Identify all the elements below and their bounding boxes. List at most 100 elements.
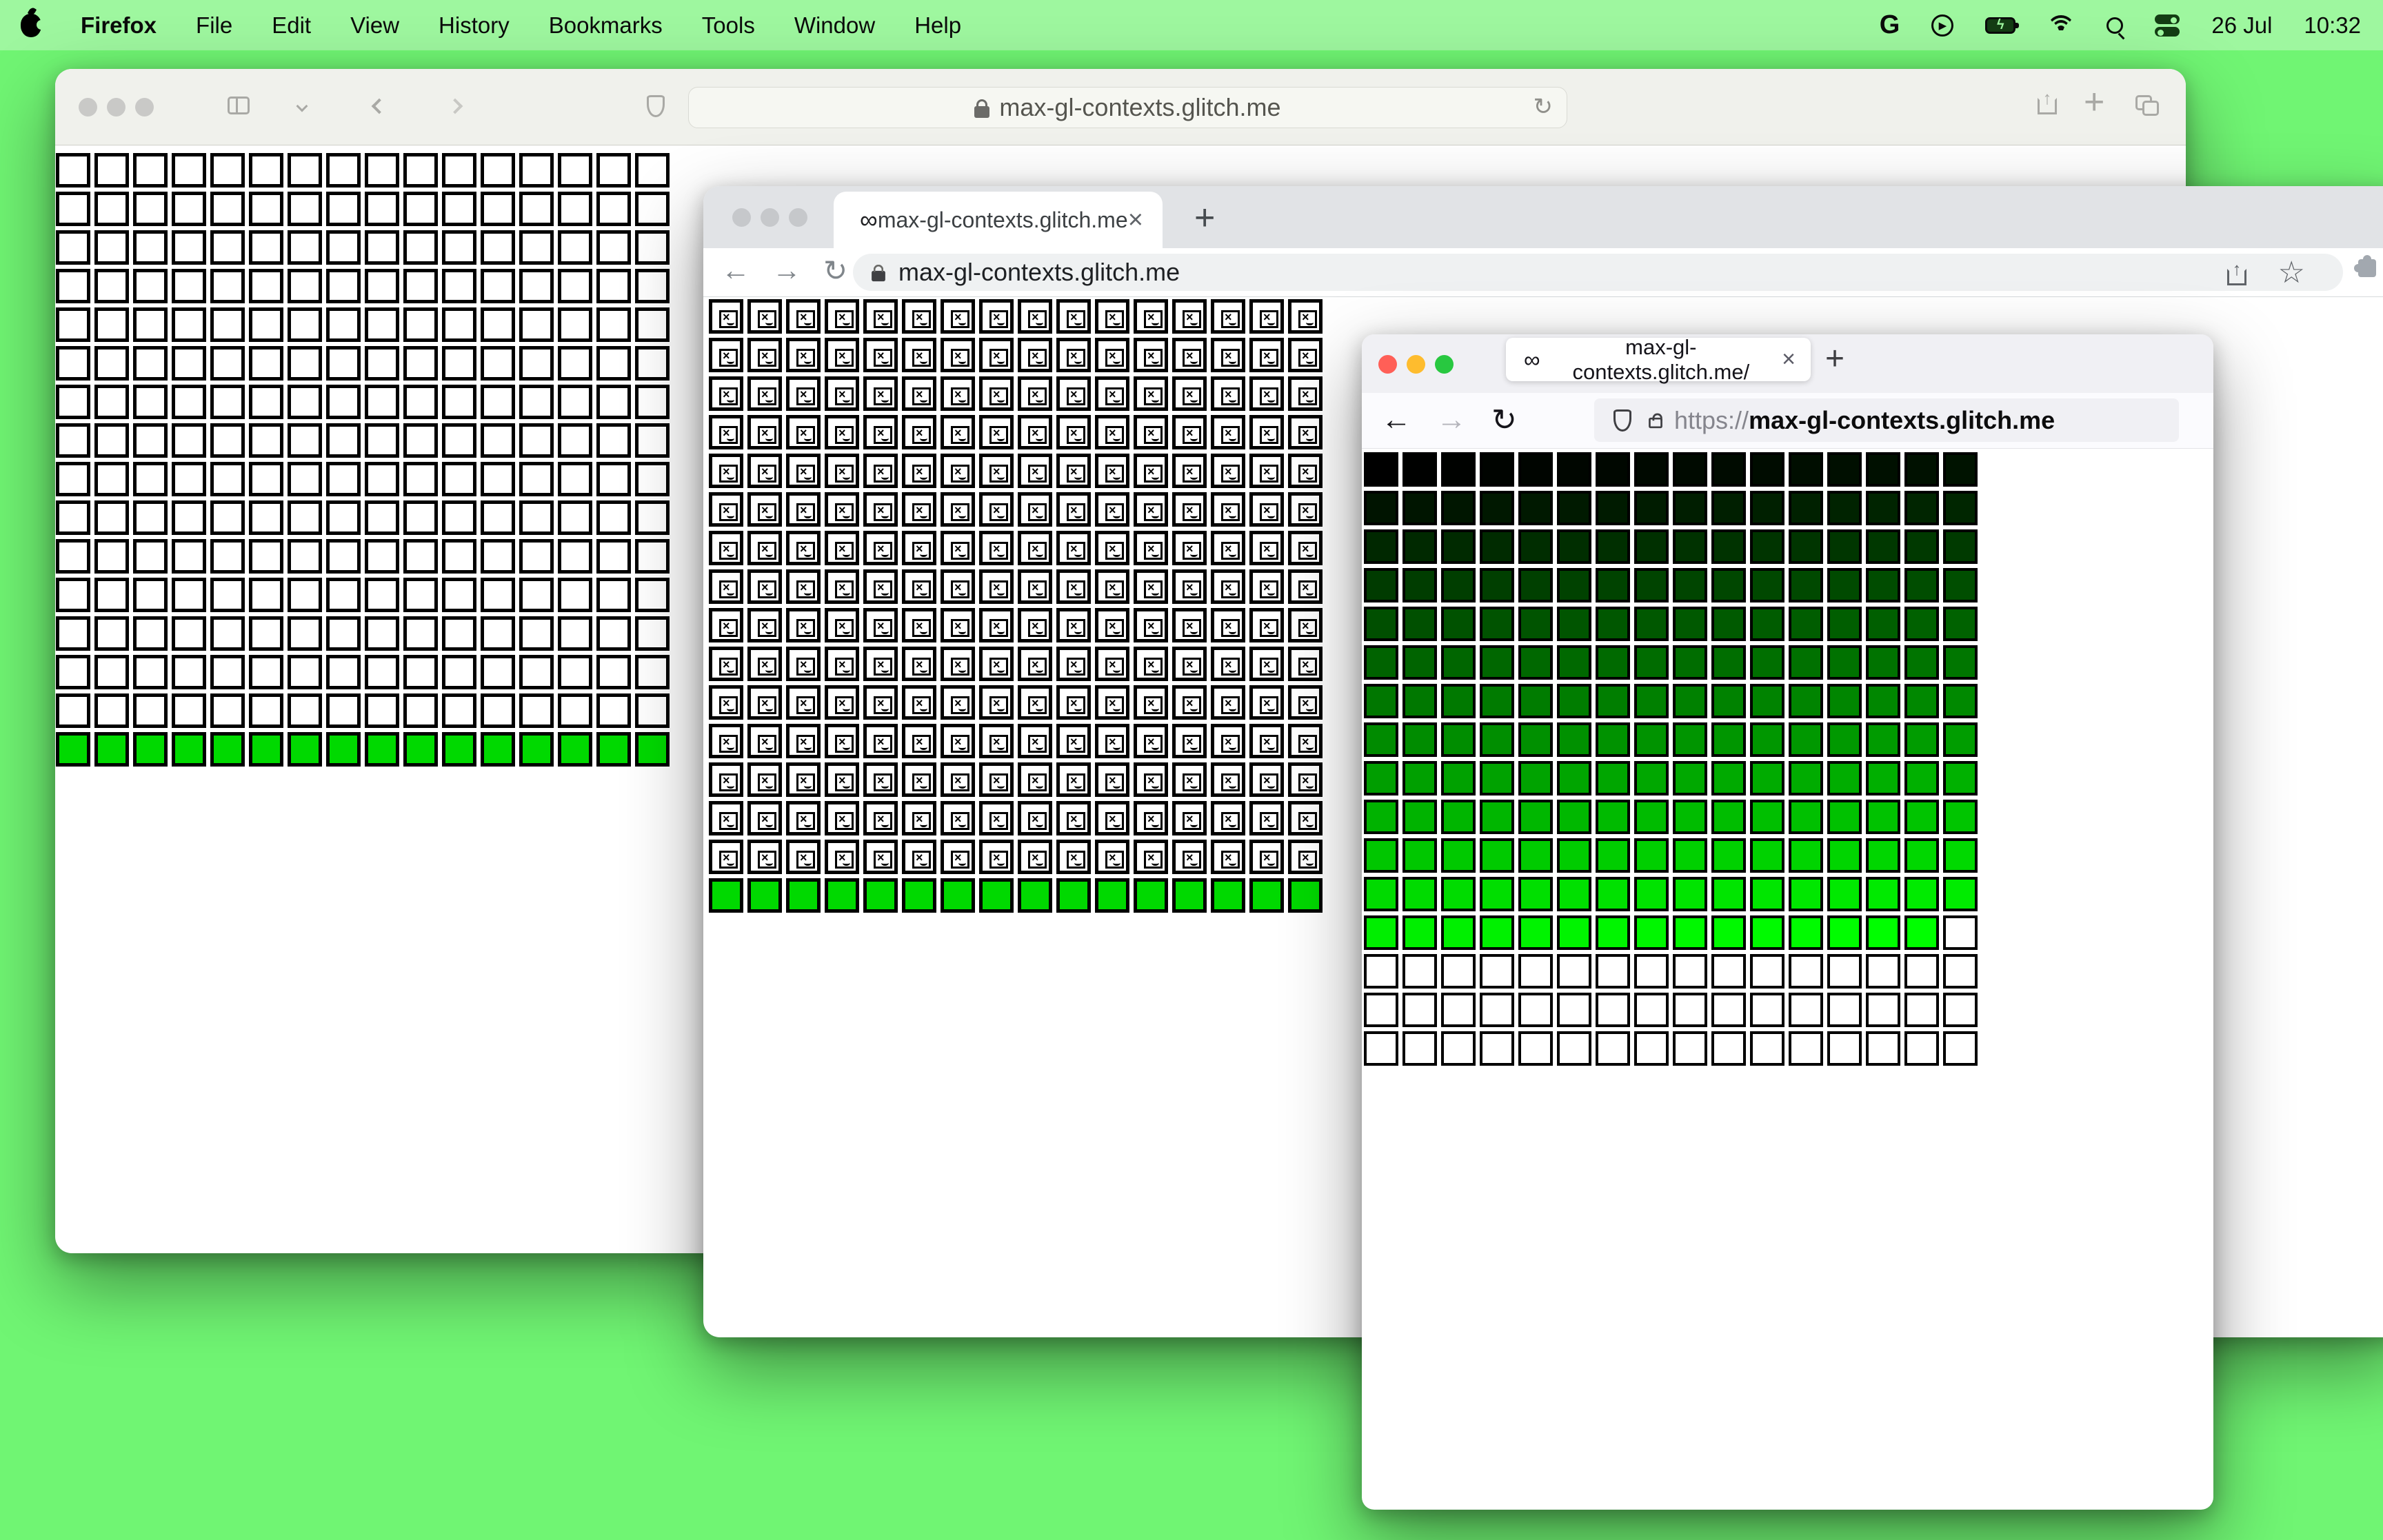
canvas-cell — [403, 192, 438, 226]
menu-edit[interactable]: Edit — [272, 12, 311, 39]
canvas-cell: × — [1288, 608, 1323, 642]
zoom-button[interactable] — [135, 98, 154, 116]
canvas-cell — [481, 385, 515, 419]
chevron-down-icon[interactable] — [296, 100, 308, 112]
bookmark-star-icon[interactable]: ☆ — [2278, 255, 2305, 290]
canvas-cell — [1827, 993, 1862, 1027]
spotlight-search-icon[interactable] — [2107, 17, 2124, 34]
canvas-cell — [442, 230, 476, 265]
menubar-date[interactable]: 26 Jul — [2211, 12, 2272, 39]
shield-icon[interactable] — [647, 95, 665, 117]
close-button[interactable] — [1378, 355, 1397, 374]
sidebar-icon[interactable] — [228, 97, 250, 114]
new-tab-button[interactable]: + — [1825, 340, 1844, 378]
broken-image-icon: × — [796, 465, 815, 483]
forward-button[interactable] — [447, 98, 463, 114]
menu-bookmarks[interactable]: Bookmarks — [549, 12, 663, 39]
broken-image-icon: × — [1105, 310, 1124, 328]
broken-image-icon: × — [796, 851, 815, 869]
forward-button[interactable]: → — [1436, 403, 1467, 438]
wifi-icon[interactable] — [2047, 14, 2075, 36]
broken-image-icon: × — [719, 812, 738, 830]
minimize-button[interactable] — [107, 98, 125, 116]
broken-image-icon: × — [951, 465, 969, 483]
broken-image-icon: × — [1105, 696, 1124, 714]
zoom-button[interactable] — [789, 208, 807, 227]
broken-image-icon: × — [719, 735, 738, 753]
canvas-cell — [1441, 529, 1476, 564]
canvas-cell — [635, 500, 670, 535]
share-icon[interactable] — [2038, 98, 2057, 114]
zoom-button[interactable] — [1435, 355, 1454, 374]
canvas-cell — [56, 269, 90, 303]
extensions-puzzle-icon[interactable] — [2354, 255, 2376, 277]
media-play-icon[interactable]: ▶ — [1931, 14, 1954, 37]
canvas-cell — [1480, 607, 1514, 641]
menu-tools[interactable]: Tools — [702, 12, 755, 39]
back-button[interactable] — [371, 98, 388, 114]
canvas-cell — [1557, 877, 1591, 911]
canvas-cell — [210, 539, 245, 574]
canvas-cell: × — [1288, 299, 1323, 334]
reload-button[interactable]: ↻ — [823, 254, 847, 287]
address-bar[interactable]: max-gl-contexts.glitch.me ↻ — [688, 87, 1567, 128]
canvas-cell — [1866, 877, 1900, 911]
reload-button[interactable]: ↻ — [1491, 403, 1517, 438]
tab-close-icon[interactable]: × — [1128, 205, 1143, 235]
canvas-cell — [1943, 761, 1978, 796]
reload-icon[interactable]: ↻ — [1534, 93, 1554, 121]
canvas-cell — [1402, 607, 1437, 641]
canvas-cell — [442, 269, 476, 303]
broken-image-icon: × — [912, 387, 931, 405]
broken-image-icon: × — [1144, 387, 1163, 405]
active-tab[interactable]: ∞ max-gl-contexts.glitch.me/ × — [1506, 335, 1811, 384]
battery-charging-icon[interactable]: ϟ — [1985, 17, 2020, 34]
back-button[interactable]: ← — [721, 254, 750, 287]
canvas-cell — [326, 230, 361, 265]
minimize-button[interactable] — [761, 208, 779, 227]
canvas-cell — [1518, 491, 1553, 525]
forward-button[interactable]: → — [772, 254, 801, 287]
canvas-cell — [1827, 915, 1862, 950]
address-bar[interactable]: max-gl-contexts.glitch.me ☆ — [853, 254, 2343, 291]
broken-image-icon: × — [874, 773, 892, 791]
canvas-cell — [1441, 645, 1476, 680]
broken-image-icon: × — [1067, 619, 1085, 637]
app-menu-firefox[interactable]: Firefox — [81, 12, 157, 39]
canvas-cell — [1480, 877, 1514, 911]
canvas-cell — [442, 655, 476, 689]
menu-history[interactable]: History — [439, 12, 510, 39]
canvas-cell: × — [1249, 454, 1284, 488]
address-bar[interactable]: https://max-gl-contexts.glitch.me — [1594, 398, 2179, 442]
broken-image-icon: × — [1067, 542, 1085, 560]
share-icon[interactable] — [2227, 269, 2246, 285]
broken-image-icon: × — [1067, 812, 1085, 830]
broken-image-icon: × — [1144, 658, 1163, 676]
canvas-cell: × — [941, 299, 975, 334]
minimize-button[interactable] — [1407, 355, 1425, 374]
canvas-cell — [596, 500, 631, 535]
canvas-cell: × — [825, 454, 859, 488]
menu-help[interactable]: Help — [914, 12, 961, 39]
control-center-icon[interactable] — [2155, 14, 2180, 37]
canvas-cell: × — [1249, 338, 1284, 372]
canvas-cell — [288, 462, 322, 496]
canvas-cell — [1711, 761, 1746, 796]
menu-file[interactable]: File — [196, 12, 232, 39]
tracking-shield-icon[interactable] — [1613, 409, 1631, 432]
canvas-cell — [481, 192, 515, 226]
back-button[interactable]: ← — [1381, 403, 1411, 438]
active-tab[interactable]: ∞ max-gl-contexts.glitch.me × — [834, 192, 1163, 248]
tab-overview-icon[interactable] — [2135, 95, 2159, 116]
menubar-clock[interactable]: 10:32 — [2304, 12, 2361, 39]
new-tab-button[interactable]: + — [1194, 197, 1215, 239]
google-status-icon[interactable]: G — [1880, 10, 1900, 40]
new-tab-button[interactable]: + — [2084, 81, 2104, 123]
apple-menu-icon[interactable] — [21, 13, 46, 37]
menu-view[interactable]: View — [350, 12, 399, 39]
tab-close-icon[interactable]: × — [1782, 346, 1796, 373]
broken-image-icon: × — [1183, 812, 1201, 830]
close-button[interactable] — [732, 208, 751, 227]
close-button[interactable] — [79, 98, 97, 116]
menu-window[interactable]: Window — [794, 12, 875, 39]
